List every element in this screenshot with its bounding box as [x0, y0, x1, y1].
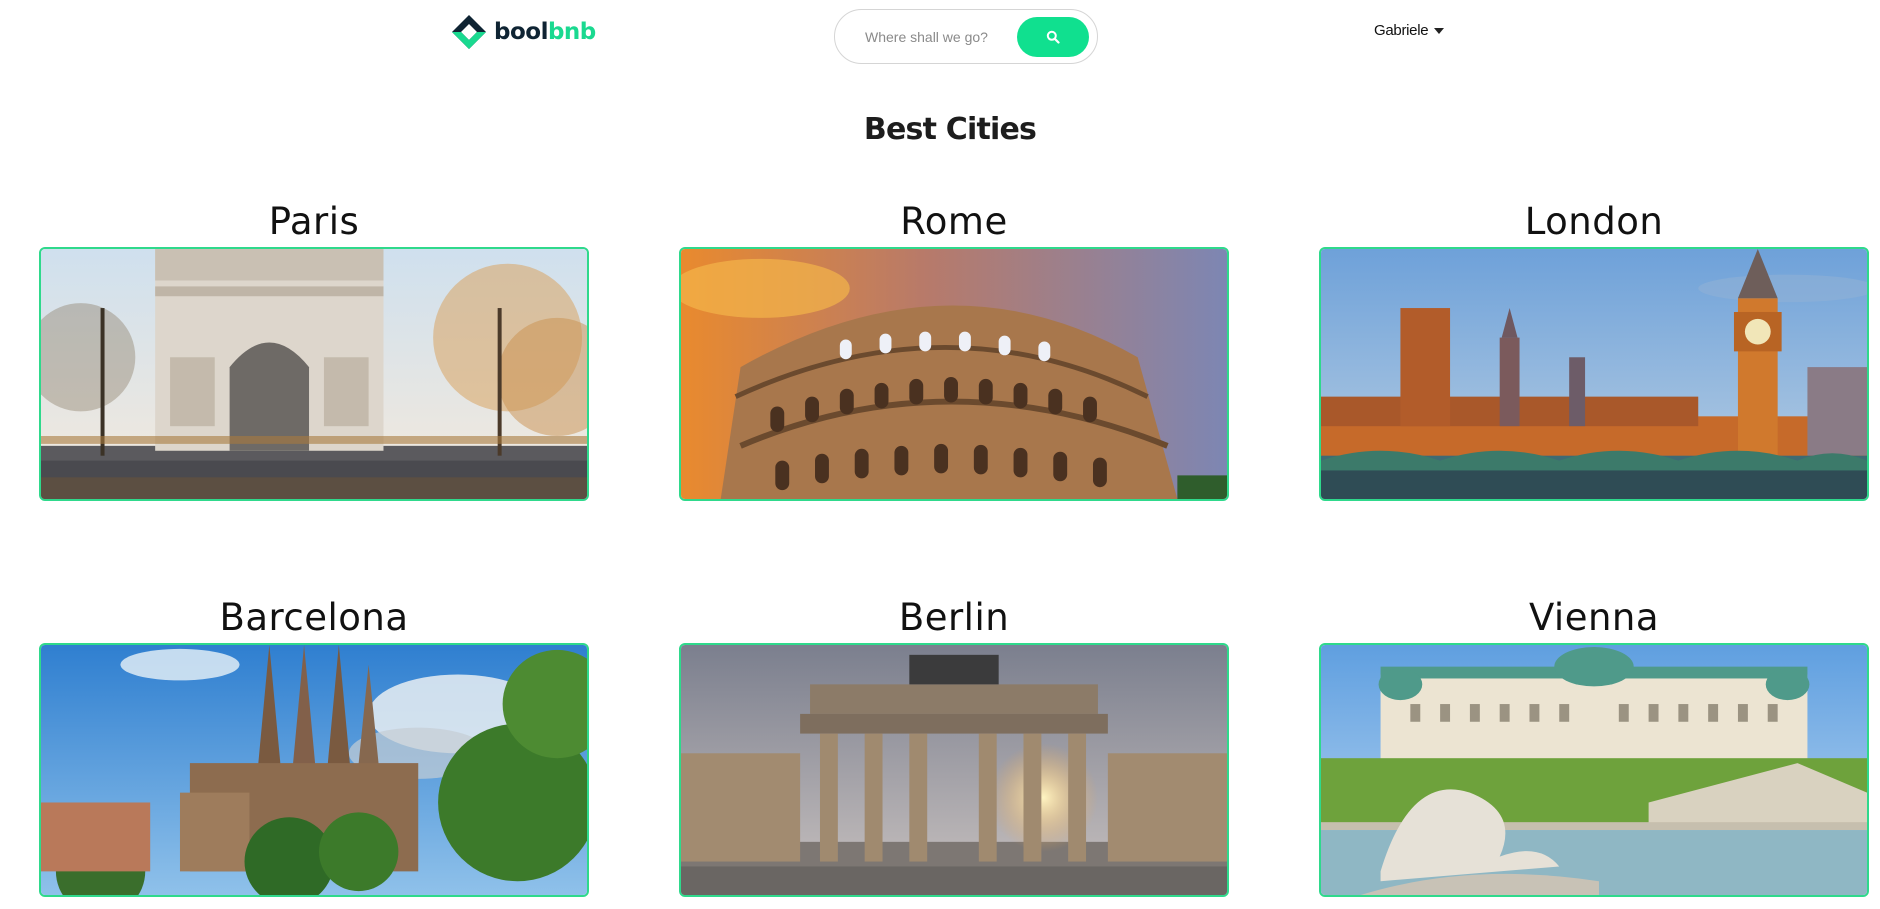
search-bar [834, 9, 1098, 64]
search-input[interactable] [863, 27, 993, 46]
user-menu[interactable]: Gabriele [1374, 22, 1445, 39]
belvedere-palace-photo [1319, 643, 1869, 897]
logo-diamond-icon [452, 15, 486, 49]
city-name: Rome [900, 200, 1008, 243]
arc-de-triomphe-photo [39, 247, 589, 501]
sagrada-familia-photo [39, 643, 589, 897]
city-name: London [1524, 200, 1664, 243]
caret-down-icon [1434, 27, 1445, 34]
city-card-london[interactable]: London [1319, 197, 1869, 513]
brandenburg-gate-photo [679, 643, 1229, 897]
brand-wordmark: boolbnb [494, 18, 596, 45]
city-card-paris[interactable]: Paris [39, 197, 589, 513]
city-card-rome[interactable]: Rome [679, 197, 1229, 513]
city-name: Paris [268, 200, 360, 243]
brand-name-part1: bool [494, 18, 548, 45]
city-card-berlin[interactable]: Berlin [679, 593, 1229, 909]
westminster-big-ben-photo [1319, 247, 1869, 501]
city-name: Barcelona [219, 596, 409, 639]
search-button[interactable] [1017, 17, 1089, 57]
city-name: Berlin [898, 596, 1010, 639]
page-title: Best Cities [863, 112, 1037, 147]
search-icon [1046, 30, 1060, 44]
city-card-vienna[interactable]: Vienna [1319, 593, 1869, 909]
city-name: Vienna [1528, 596, 1660, 639]
navbar: boolbnb Gabriele [0, 0, 1880, 70]
city-card-barcelona[interactable]: Barcelona [39, 593, 589, 909]
colosseum-photo [679, 247, 1229, 501]
brand-name-part2: bnb [547, 18, 596, 45]
brand-logo[interactable]: boolbnb [450, 13, 596, 51]
user-name: Gabriele [1374, 22, 1429, 39]
